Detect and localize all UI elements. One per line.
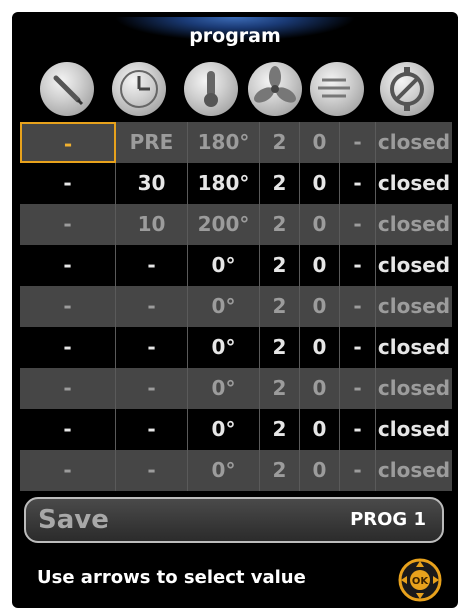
- table-row: -10 200° 2 0- closed: [20, 204, 452, 245]
- program-screen: program - PRE 180° 2 0 - closed - 30 180…: [12, 12, 458, 608]
- save-button[interactable]: Save: [38, 499, 109, 541]
- temperature-cell[interactable]: 0°: [188, 450, 260, 491]
- extra-cell[interactable]: -: [340, 245, 376, 286]
- extra-cell[interactable]: -: [340, 163, 376, 204]
- column-icons: [12, 62, 458, 120]
- fan-speed-cell[interactable]: 2: [260, 368, 300, 409]
- extra-cell[interactable]: -: [340, 204, 376, 245]
- table-row: - PRE 180° 2 0- closed: [20, 122, 452, 163]
- hint-text: Use arrows to select value: [37, 567, 306, 588]
- humidity-cell[interactable]: 0: [300, 450, 340, 491]
- humidity-cell[interactable]: 0: [300, 163, 340, 204]
- time-cell[interactable]: -: [116, 368, 188, 409]
- extra-cell[interactable]: -: [340, 122, 376, 163]
- time-cell[interactable]: -: [116, 327, 188, 368]
- fan-speed-cell[interactable]: 2: [260, 245, 300, 286]
- probe-cell[interactable]: -: [20, 122, 116, 163]
- probe-cell[interactable]: -: [20, 204, 116, 245]
- probe-cell[interactable]: -: [20, 245, 116, 286]
- table-row: - -0° 2 0- closed: [20, 327, 452, 368]
- extra-cell[interactable]: -: [340, 327, 376, 368]
- temperature-cell[interactable]: 0°: [188, 409, 260, 450]
- time-cell[interactable]: PRE: [116, 122, 188, 163]
- probe-cell[interactable]: -: [20, 450, 116, 491]
- probe-cell[interactable]: -: [20, 286, 116, 327]
- humidity-cell[interactable]: 0: [300, 204, 340, 245]
- save-bar[interactable]: Save PROG 1: [24, 497, 444, 543]
- damper-cell[interactable]: closed: [376, 327, 452, 368]
- humidity-cell[interactable]: 0: [300, 286, 340, 327]
- damper-valve-icon: [380, 62, 434, 116]
- table-row: - -0° 2 0- closed: [20, 409, 452, 450]
- extra-cell[interactable]: -: [340, 450, 376, 491]
- program-number: PROG 1: [350, 509, 426, 530]
- fan-speed-cell[interactable]: 2: [260, 122, 300, 163]
- table-row: - -0° 2 0- closed: [20, 286, 452, 327]
- humidity-cell[interactable]: 0: [300, 327, 340, 368]
- time-cell[interactable]: -: [116, 450, 188, 491]
- fan-speed-cell[interactable]: 2: [260, 450, 300, 491]
- damper-cell[interactable]: closed: [376, 409, 452, 450]
- damper-cell[interactable]: closed: [376, 368, 452, 409]
- temperature-cell[interactable]: 0°: [188, 286, 260, 327]
- temperature-cell[interactable]: 0°: [188, 245, 260, 286]
- air-flow-icon: [310, 62, 364, 116]
- time-cell[interactable]: -: [116, 245, 188, 286]
- temperature-cell[interactable]: 200°: [188, 204, 260, 245]
- fan-icon: [248, 62, 302, 116]
- time-cell[interactable]: 10: [116, 204, 188, 245]
- time-cell[interactable]: -: [116, 409, 188, 450]
- probe-cell[interactable]: -: [20, 163, 116, 204]
- table-row: - -0° 2 0- closed: [20, 450, 452, 491]
- probe-cell[interactable]: -: [20, 368, 116, 409]
- page-title: program: [12, 17, 458, 55]
- extra-cell[interactable]: -: [340, 409, 376, 450]
- damper-cell[interactable]: closed: [376, 122, 452, 163]
- ok-dpad-icon: OK: [398, 558, 442, 602]
- humidity-cell[interactable]: 0: [300, 122, 340, 163]
- ok-button[interactable]: OK: [398, 558, 442, 602]
- humidity-cell[interactable]: 0: [300, 409, 340, 450]
- extra-cell[interactable]: -: [340, 368, 376, 409]
- damper-cell[interactable]: closed: [376, 204, 452, 245]
- extra-cell[interactable]: -: [340, 286, 376, 327]
- thermometer-icon: [184, 62, 238, 116]
- clock-icon: [112, 62, 166, 116]
- damper-cell[interactable]: closed: [376, 450, 452, 491]
- table-row: - -0° 2 0- closed: [20, 245, 452, 286]
- time-cell[interactable]: -: [116, 286, 188, 327]
- time-cell[interactable]: 30: [116, 163, 188, 204]
- temperature-cell[interactable]: 180°: [188, 163, 260, 204]
- fan-speed-cell[interactable]: 2: [260, 163, 300, 204]
- temperature-cell[interactable]: 0°: [188, 368, 260, 409]
- damper-cell[interactable]: closed: [376, 163, 452, 204]
- probe-cell[interactable]: -: [20, 409, 116, 450]
- probe-icon: [40, 62, 94, 116]
- table-row: -30 180° 2 0- closed: [20, 163, 452, 204]
- damper-cell[interactable]: closed: [376, 286, 452, 327]
- fan-speed-cell[interactable]: 2: [260, 409, 300, 450]
- humidity-cell[interactable]: 0: [300, 368, 340, 409]
- humidity-cell[interactable]: 0: [300, 245, 340, 286]
- program-table: - PRE 180° 2 0- closed -30 180° 2 0- closed -10 200°…: [20, 122, 452, 491]
- fan-speed-cell[interactable]: 2: [260, 204, 300, 245]
- temperature-cell[interactable]: 0°: [188, 327, 260, 368]
- fan-speed-cell[interactable]: 2: [260, 327, 300, 368]
- fan-speed-cell[interactable]: 2: [260, 286, 300, 327]
- table-row: - -0° 2 0- closed: [20, 368, 452, 409]
- temperature-cell[interactable]: 180°: [188, 122, 260, 163]
- damper-cell[interactable]: closed: [376, 245, 452, 286]
- probe-cell[interactable]: -: [20, 327, 116, 368]
- ok-label: OK: [412, 576, 430, 587]
